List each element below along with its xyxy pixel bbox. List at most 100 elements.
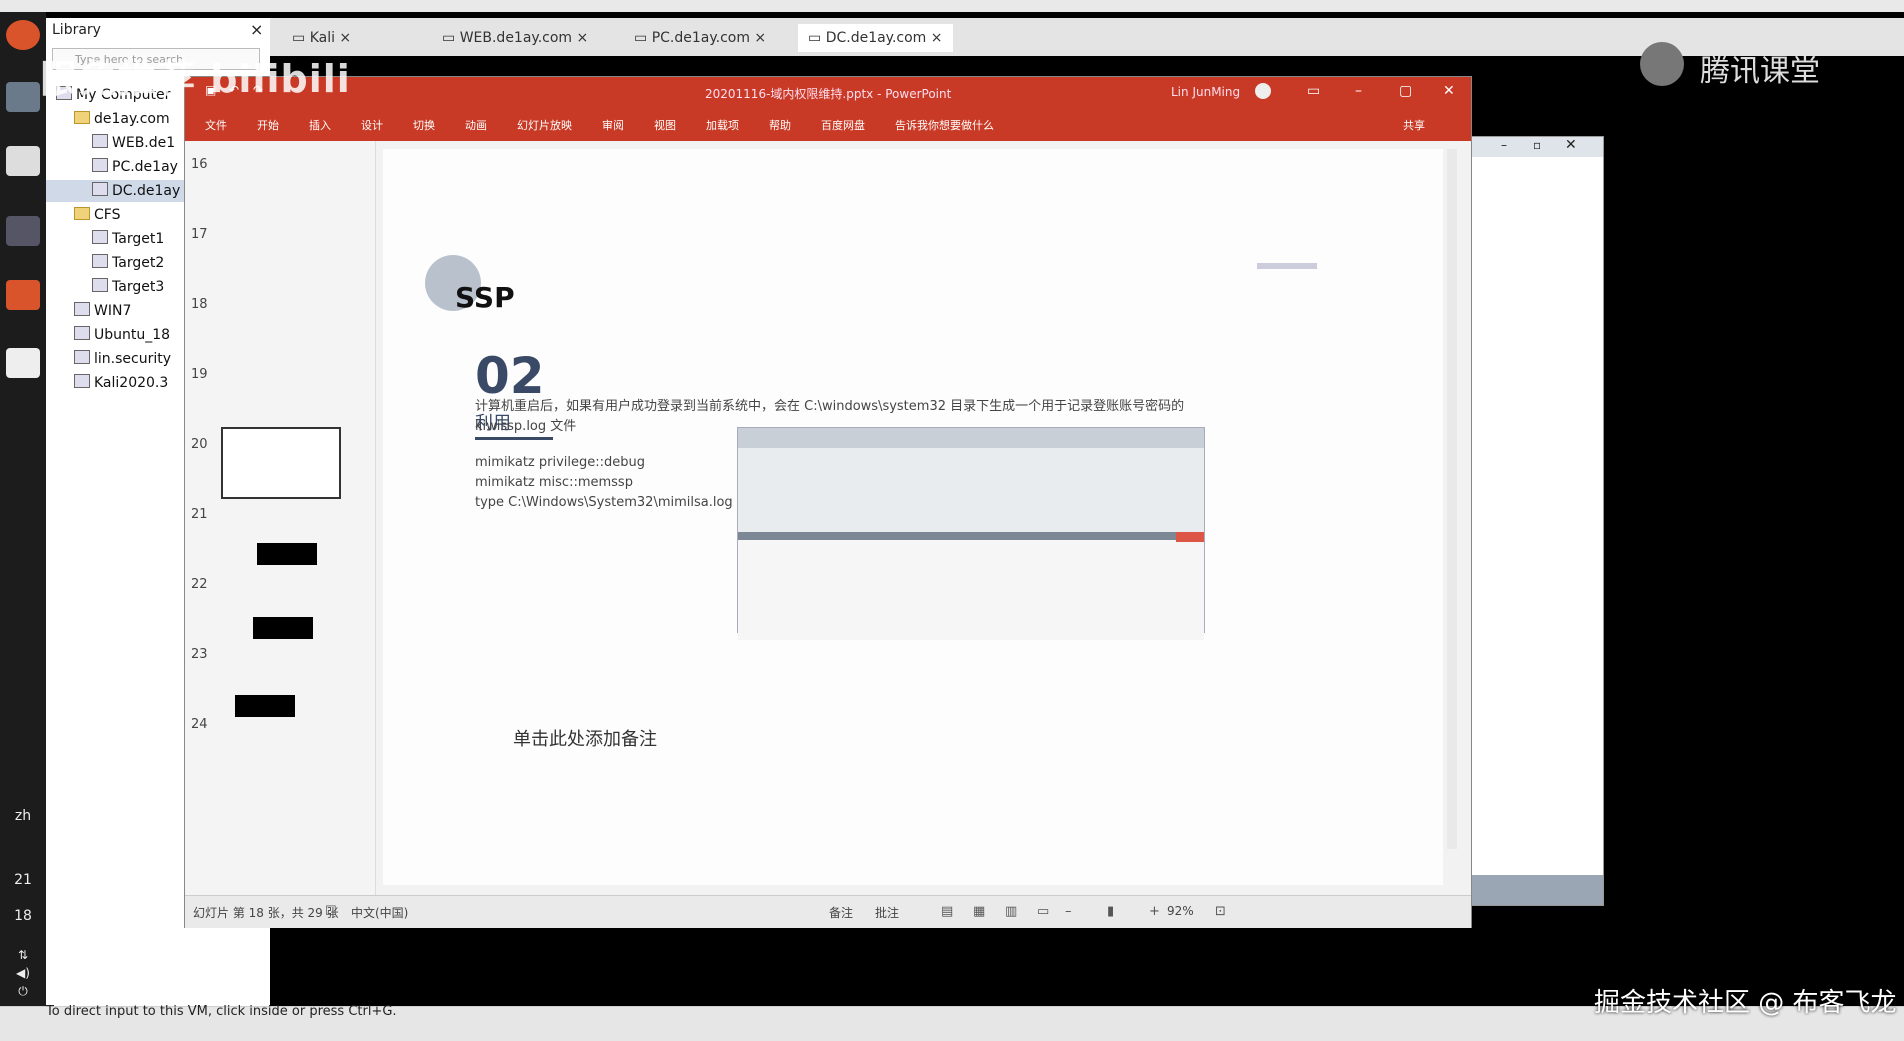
maximize-icon[interactable]: ▫	[1533, 138, 1541, 152]
normal-view-icon[interactable]: ▤	[941, 904, 953, 919]
slideshow-icon[interactable]: ▭	[1037, 904, 1049, 919]
vmware-icon[interactable]	[6, 216, 40, 246]
tab-label: WEB.de1ay.com	[459, 30, 573, 46]
library-item[interactable]: Target2	[92, 252, 164, 274]
volume-icon[interactable]: ◀)	[4, 966, 42, 980]
ribbon-tab[interactable]: 幻灯片放映	[517, 117, 572, 133]
power-icon[interactable]: ⏻	[4, 984, 42, 999]
avatar[interactable]	[1255, 83, 1271, 99]
zoom-out-icon[interactable]: –	[1065, 904, 1072, 919]
thumbnail-number[interactable]: 22	[191, 577, 208, 592]
thumbnail-black-block	[253, 617, 313, 639]
minimize-icon[interactable]: –	[1501, 138, 1507, 152]
tab-dc[interactable]: ▭ DC.de1ay.com ×	[798, 24, 953, 52]
library-item[interactable]: de1ay.com	[74, 108, 170, 130]
ribbon-tab[interactable]: 百度网盘	[821, 117, 865, 133]
comments-button[interactable]: 批注	[875, 904, 899, 921]
vm-icon	[92, 230, 108, 244]
vm-icon	[92, 158, 108, 172]
dock-lang[interactable]: zh	[4, 808, 42, 824]
embedded-close	[1176, 532, 1204, 542]
ribbon-tab[interactable]: 告诉我你想要做什么	[895, 117, 994, 133]
thumbnail-black-block	[235, 695, 295, 717]
library-close-icon[interactable]: ×	[250, 20, 263, 39]
thumbnail-number[interactable]: 24	[191, 717, 208, 732]
ribbon-tab[interactable]: 审阅	[602, 117, 624, 133]
editor-icon[interactable]	[6, 348, 40, 378]
language-indicator[interactable]: 中文(中国)	[351, 904, 408, 921]
zoom-level[interactable]: 92%	[1167, 904, 1194, 918]
tab-web[interactable]: ▭ WEB.de1ay.com ×	[442, 24, 588, 52]
library-item[interactable]: WEB.de1	[92, 132, 175, 154]
close-icon[interactable]: ✕	[1443, 83, 1455, 99]
network-icon[interactable]: ⇅	[4, 948, 42, 962]
reading-view-icon[interactable]: ▥	[1005, 904, 1017, 919]
tencent-classroom-logo	[1640, 42, 1684, 86]
fit-slide-icon[interactable]: ⊡	[1215, 904, 1226, 919]
thumbnail-number[interactable]: 18	[191, 297, 208, 312]
slide-canvas[interactable]: SSP 02 利用 计算机重启后，如果有用户成功登录到当前系统中，会在 C:\w…	[383, 149, 1443, 885]
zoom-slider[interactable]: ▮	[1107, 904, 1114, 919]
thumbnail-number[interactable]: 19	[191, 367, 208, 382]
ribbon-tab[interactable]: 加载项	[706, 117, 739, 133]
ribbon-tab[interactable]: 文件	[205, 117, 227, 133]
library-item[interactable]: Ubuntu_18	[74, 324, 170, 346]
library-item-label: WEB.de1	[112, 135, 176, 151]
library-item[interactable]: PC.de1ay	[92, 156, 178, 178]
background-window[interactable]: – ▫ ✕	[1460, 136, 1604, 906]
vm-icon	[92, 182, 108, 196]
terminal-icon[interactable]	[6, 146, 40, 176]
ribbon-tab[interactable]: 切换	[413, 117, 435, 133]
notes-button[interactable]: 备注	[829, 904, 853, 921]
slide-body-line: kiwissp.log 文件	[475, 419, 577, 434]
library-item[interactable]: CFS	[74, 204, 120, 226]
vm-icon	[74, 350, 90, 364]
library-item[interactable]: Target1	[92, 228, 164, 250]
firefox-icon[interactable]	[6, 20, 40, 50]
spellcheck-icon[interactable]: ☐	[325, 904, 337, 919]
library-item[interactable]: lin.security	[74, 348, 171, 370]
ppt-user-name[interactable]: Lin JunMing	[1171, 85, 1240, 99]
ribbon-tab[interactable]: 动画	[465, 117, 487, 133]
embedded-titlebar	[738, 428, 1204, 448]
library-item-label: de1ay.com	[94, 111, 170, 127]
ribbon-tab[interactable]: 帮助	[769, 117, 791, 133]
notes-placeholder[interactable]: 单击此处添加备注	[513, 725, 657, 751]
vm-tab-icon: ▭	[808, 30, 826, 46]
slide-thumbnails[interactable]: 16 17 18 19 20 21 22 23 24	[185, 141, 376, 895]
ribbon-tab[interactable]: 插入	[309, 117, 331, 133]
tab-pc[interactable]: ▭ PC.de1ay.com ×	[634, 24, 766, 52]
library-item[interactable]: Target3	[92, 276, 164, 298]
sorter-view-icon[interactable]: ▦	[973, 904, 985, 919]
command-line: type C:\Windows\System32\mimilsa.log	[475, 495, 733, 510]
ribbon-tab[interactable]: 设计	[361, 117, 383, 133]
vm-icon	[92, 254, 108, 268]
library-item[interactable]: WIN7	[74, 300, 131, 322]
library-item[interactable]: Kali2020.3	[74, 372, 168, 394]
thumbnail-number[interactable]: 17	[191, 227, 208, 242]
close-icon[interactable]: ✕	[1565, 137, 1577, 153]
ribbon-tab[interactable]: 开始	[257, 117, 279, 133]
left-dock: zh 21 18 ⇅ ◀) ⏻	[0, 12, 46, 1006]
selected-thumbnail[interactable]	[221, 427, 341, 499]
thumbnail-number[interactable]: 20	[191, 437, 208, 452]
vertical-scrollbar[interactable]	[1447, 149, 1457, 849]
powerpoint-window[interactable]: 20201116-域内权限维持.pptx - PowerPoint Lin Ju…	[184, 76, 1472, 928]
thumbnail-number[interactable]: 23	[191, 647, 208, 662]
embedded-explorer	[738, 532, 1204, 640]
app-icon[interactable]	[6, 280, 40, 310]
maximize-icon[interactable]: ▢	[1399, 83, 1412, 99]
slide-counter: 幻灯片 第 18 张，共 29 张	[193, 906, 339, 920]
library-item-label: DC.de1ay	[112, 183, 181, 199]
ribbon-display-icon[interactable]: ▭	[1307, 83, 1320, 99]
files-icon[interactable]	[6, 82, 40, 112]
host-status-text: To direct input to this VM, click inside…	[46, 1004, 397, 1019]
ribbon-tab[interactable]: 视图	[654, 117, 676, 133]
vm-icon	[74, 302, 90, 316]
thumbnail-number[interactable]: 21	[191, 507, 208, 522]
slide-body-line: 计算机重启后，如果有用户成功登录到当前系统中，会在 C:\windows\sys…	[475, 399, 1185, 414]
share-button[interactable]: 共享	[1403, 117, 1425, 133]
zoom-in-icon[interactable]: +	[1149, 904, 1160, 919]
minimize-icon[interactable]: –	[1355, 83, 1362, 99]
thumbnail-number[interactable]: 16	[191, 157, 208, 172]
